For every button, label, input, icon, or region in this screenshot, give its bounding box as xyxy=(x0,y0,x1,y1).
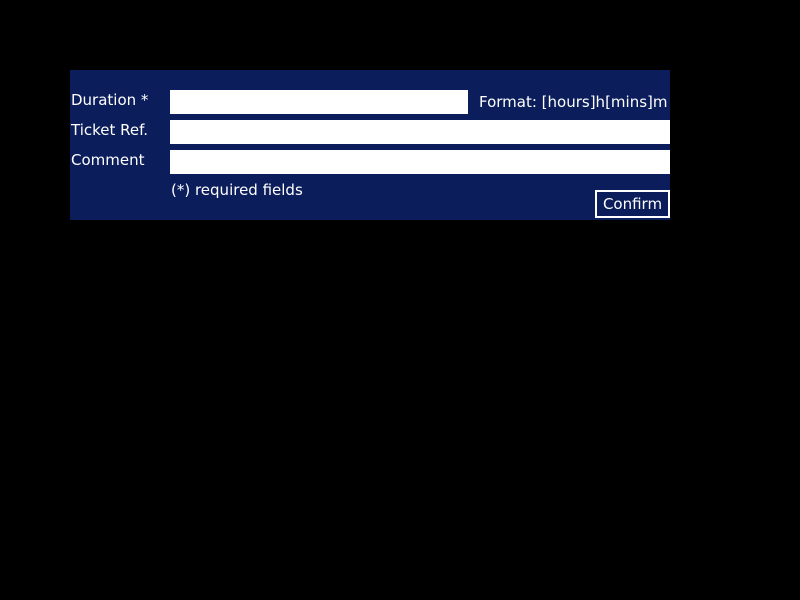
ticket-ref-input[interactable] xyxy=(170,120,670,144)
ticket-ref-label: Ticket Ref. xyxy=(71,121,149,139)
duration-label: Duration * xyxy=(71,91,149,109)
comment-input[interactable] xyxy=(170,150,670,174)
duration-format-hint: Format: [hours]h[mins]m xyxy=(479,93,668,111)
comment-label: Comment xyxy=(71,151,145,169)
time-entry-form: Duration * Format: [hours]h[mins]m Ticke… xyxy=(70,70,670,220)
required-fields-note: (*) required fields xyxy=(171,181,303,199)
confirm-button[interactable]: Confirm xyxy=(595,190,670,218)
duration-input[interactable] xyxy=(170,90,468,114)
